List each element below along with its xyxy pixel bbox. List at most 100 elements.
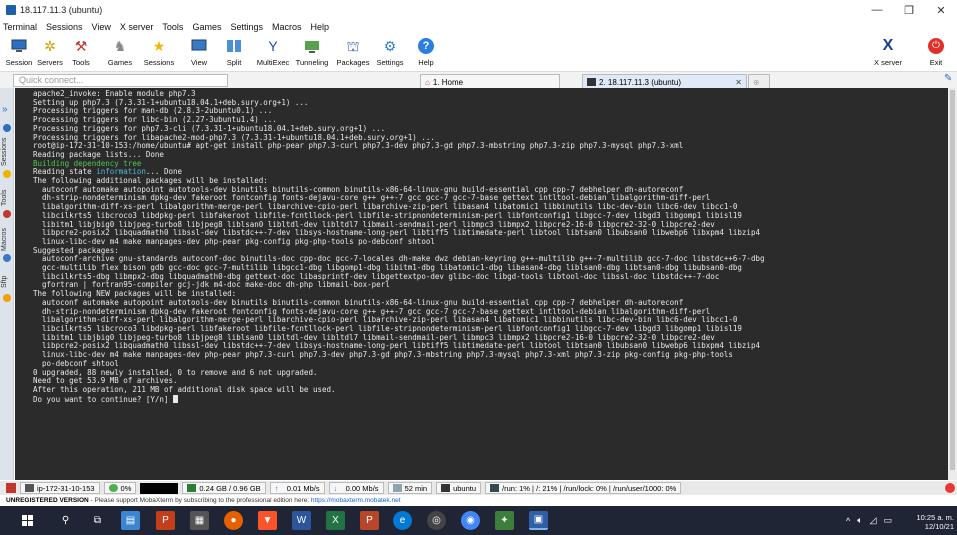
menu-tools[interactable]: Tools bbox=[162, 22, 183, 32]
upload-arrow-icon: ↑ bbox=[274, 484, 279, 493]
maximize-button[interactable]: ❐ bbox=[893, 0, 925, 20]
status-memory: 0.24 GB / 0.96 GB bbox=[182, 482, 266, 494]
split-button[interactable]: Split bbox=[222, 34, 246, 70]
view-button[interactable]: View bbox=[186, 34, 212, 70]
network-icon[interactable]: ◿ bbox=[870, 515, 877, 526]
tools-button[interactable]: ⚒ Tools bbox=[68, 34, 94, 70]
windows-start-icon[interactable] bbox=[18, 511, 37, 530]
session-button[interactable]: Session bbox=[5, 34, 33, 70]
download-arrow-icon: ↓ bbox=[333, 484, 338, 493]
monitor-icon bbox=[9, 36, 29, 56]
pin-icon[interactable]: ✎ bbox=[944, 73, 952, 84]
home-icon: ⌂ bbox=[425, 77, 430, 87]
status-bar: ip-172-31-10-153 0% 0.24 GB / 0.96 GB ↑ 0… bbox=[0, 481, 957, 495]
terminal-line: root@ip-172-31-10-153:/home/ubuntu# apt-… bbox=[33, 141, 684, 151]
powerpoint-icon[interactable]: P bbox=[156, 511, 175, 530]
brave-icon[interactable]: ▼ bbox=[258, 511, 277, 530]
view-icon bbox=[189, 36, 209, 56]
sessions-dot-icon bbox=[3, 124, 11, 132]
unregistered-notice: UNREGISTERED VERSION - Please support Mo… bbox=[0, 496, 957, 506]
status-disk: /run: 1% | /: 21% | /run/lock: 0% | /run… bbox=[485, 482, 682, 494]
terminal-line: linux-libc-dev m4 make manpages-dev php-… bbox=[33, 350, 733, 360]
menu-settings[interactable]: Settings bbox=[230, 22, 263, 32]
mobaxterm-window: 18.117.11.3 (ubuntu) — ❐ ✕ Terminal Sess… bbox=[0, 0, 957, 535]
cpu-graph bbox=[140, 482, 179, 494]
new-tab-icon: ⊕ bbox=[753, 77, 760, 87]
tab-session-active[interactable]: 2. 18.117.11.3 (ubuntu) ✕ bbox=[582, 74, 747, 89]
terminal-cursor bbox=[172, 394, 178, 403]
sidebar-sftp[interactable]: Sftp bbox=[1, 276, 8, 288]
menu-xserver[interactable]: X server bbox=[120, 22, 154, 32]
menu-help[interactable]: Help bbox=[311, 22, 330, 32]
menu-games[interactable]: Games bbox=[192, 22, 221, 32]
mobatek-link[interactable]: https://mobaxterm.mobatek.net bbox=[311, 497, 401, 504]
help-icon: ? bbox=[416, 36, 436, 56]
multiexec-button[interactable]: Y MultiExec bbox=[255, 34, 291, 70]
terminal-output[interactable]: apache2_invoke: Enable module php7.3 Sett… bbox=[15, 88, 948, 480]
sidebar-tools[interactable]: Tools bbox=[1, 190, 8, 206]
help-button[interactable]: ? Help bbox=[414, 34, 438, 70]
volume-icon[interactable]: 🔈︎ bbox=[857, 515, 862, 526]
notification-icon[interactable]: ▭ bbox=[884, 515, 893, 526]
packages-icon: ⛫ bbox=[346, 38, 360, 54]
word-icon[interactable]: W bbox=[292, 511, 311, 530]
exit-button[interactable]: ⏻ Exit bbox=[924, 34, 948, 70]
split-icon bbox=[224, 36, 244, 56]
sidebar-sessions[interactable]: Sessions bbox=[1, 138, 8, 166]
tab-home[interactable]: ⌂ 1. Home bbox=[420, 74, 560, 89]
status-upload: ↑ 0.01 Mb/s bbox=[269, 482, 325, 494]
window-title: 18.117.11.3 (ubuntu) bbox=[20, 5, 103, 15]
close-tab-icon[interactable]: ✕ bbox=[735, 78, 742, 87]
taskbar-clock[interactable]: 10:25 a. m. 12/10/21 bbox=[904, 513, 954, 531]
calculator-icon[interactable]: ▦ bbox=[190, 511, 209, 530]
app-green-icon[interactable]: ✦ bbox=[495, 511, 514, 530]
settings-button[interactable]: ⚙ Settings bbox=[374, 34, 406, 70]
clock-icon bbox=[392, 484, 402, 492]
packages-button[interactable]: ⛫ Packages bbox=[335, 34, 371, 70]
tunnel-icon bbox=[302, 36, 322, 56]
search-icon[interactable]: ⚲ bbox=[56, 511, 75, 530]
file-explorer-icon[interactable]: ▤ bbox=[121, 511, 140, 530]
github-icon[interactable]: ◎ bbox=[427, 511, 446, 530]
gear-icon: ⚙ bbox=[383, 38, 397, 54]
menu-macros[interactable]: Macros bbox=[272, 22, 302, 32]
scrollbar-thumb[interactable] bbox=[950, 90, 955, 470]
sftp-small-icon bbox=[3, 294, 11, 302]
games-icon: ♞ bbox=[113, 38, 127, 54]
tray-chevron-icon[interactable]: ^ bbox=[846, 516, 850, 526]
new-tab-button[interactable]: ⊕ bbox=[748, 74, 770, 89]
host-icon bbox=[25, 484, 34, 492]
windows-taskbar: ⚲ ⧉ ▤ P ▦ ● ▼ W X P e ◎ ◉ ✦ ▣ ^ 🔈︎ ◿ ▭ 1… bbox=[0, 506, 957, 535]
excel-icon[interactable]: X bbox=[326, 511, 345, 530]
menu-sessions[interactable]: Sessions bbox=[46, 22, 83, 32]
mobaxterm-taskbar-icon[interactable]: ▣ bbox=[529, 511, 548, 530]
menu-view[interactable]: View bbox=[92, 22, 111, 32]
firefox-icon[interactable]: ● bbox=[224, 511, 243, 530]
minimize-button[interactable]: — bbox=[861, 0, 893, 20]
powerpoint-2-icon[interactable]: P bbox=[360, 511, 379, 530]
tools-icon: ⚒ bbox=[74, 38, 88, 54]
expand-sidebar-icon[interactable]: » bbox=[2, 104, 8, 115]
status-user: ubuntu bbox=[436, 482, 482, 494]
memory-icon bbox=[187, 484, 197, 492]
status-cpu: 0% bbox=[103, 482, 137, 494]
power-icon: ⏻ bbox=[926, 36, 946, 56]
edge-icon[interactable]: e bbox=[393, 511, 412, 530]
close-button[interactable]: ✕ bbox=[925, 0, 957, 20]
star-small-icon bbox=[3, 170, 11, 178]
games-button[interactable]: ♞ Games bbox=[107, 34, 133, 70]
servers-button[interactable]: ✲ Servers bbox=[36, 34, 64, 70]
tab-row: Quick connect... ⌂ 1. Home 2. 18.117.11.… bbox=[0, 71, 957, 89]
tools-small-icon bbox=[3, 210, 11, 218]
tunneling-button[interactable]: Tunneling bbox=[295, 34, 329, 70]
quick-connect-input[interactable]: Quick connect... bbox=[13, 74, 228, 87]
sidebar-macros[interactable]: Macros bbox=[1, 228, 8, 251]
terminal-tab-icon bbox=[587, 78, 596, 86]
chrome-icon[interactable]: ◉ bbox=[461, 511, 480, 530]
xserver-button[interactable]: X X server bbox=[872, 34, 904, 70]
terminal-line: linux-libc-dev m4 make manpages-dev php-… bbox=[33, 236, 435, 246]
task-view-icon[interactable]: ⧉ bbox=[88, 511, 107, 530]
menu-terminal[interactable]: Terminal bbox=[3, 22, 37, 32]
error-icon[interactable] bbox=[945, 483, 955, 493]
sessions-button[interactable]: ★ Sessions bbox=[142, 34, 176, 70]
